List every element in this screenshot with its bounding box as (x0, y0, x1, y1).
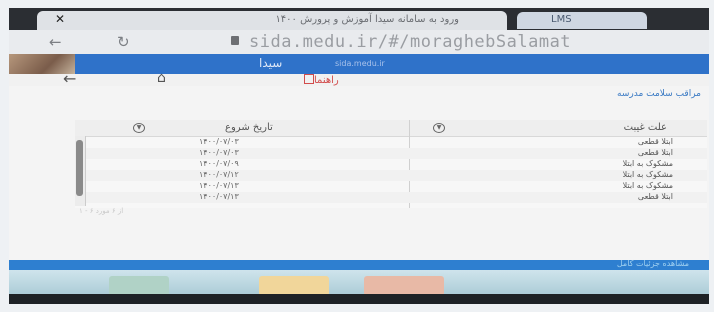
back-arrow-icon[interactable]: ← (63, 69, 76, 88)
tab-title: ورود به سامانه سیدا آموزش و پرورش ۱۴۰۰ (275, 14, 459, 25)
cell-reason: ابتلا قطعی (637, 192, 673, 201)
page-title: مراقب سلامت مدرسه (617, 89, 701, 99)
scrollbar-thumb[interactable] (76, 140, 83, 196)
cell-reason: مشکوک به ابتلا (622, 170, 673, 179)
tab-strip: ✕ ورود به سامانه سیدا آموزش و پرورش ۱۴۰۰… (9, 8, 709, 30)
cell-date: ۱۴۰۰/۰۷/۱۳ (199, 181, 239, 190)
cell-reason: مشکوک به ابتلا (622, 181, 673, 190)
reload-icon[interactable]: ↻ (117, 33, 130, 51)
screen-bezel (9, 294, 709, 304)
address-bar: ← ↻ sida.medu.ir/#/moraghebSalamat (9, 30, 709, 54)
table-scrollbar[interactable] (75, 136, 86, 206)
cell-date: ۱۴۰۰/۰۷/۱۳ (199, 192, 239, 201)
lock-icon (231, 36, 239, 45)
tab-title: LMS (551, 14, 572, 25)
sort-icon[interactable]: ▼ (433, 123, 445, 133)
site-subtitle: sida.medu.ir (335, 59, 385, 68)
help-icon (304, 74, 314, 84)
table-row[interactable]: ۱۴۰۰/۰۷/۰۳ ابتلا قطعی (75, 137, 707, 148)
tab-active[interactable]: ✕ ورود به سامانه سیدا آموزش و پرورش ۱۴۰۰ (37, 11, 507, 30)
table-row[interactable]: ۱۴۰۰/۰۷/۱۳ مشکوک به ابتلا (75, 181, 707, 192)
status-text: مشاهده جزئیات کامل (616, 259, 689, 268)
guide-label: راهنما (314, 75, 339, 86)
home-icon[interactable]: ⌂ (157, 70, 166, 86)
nav-row: ← ⌂ راهنما (9, 69, 709, 88)
table-row[interactable]: ۱۴۰۰/۰۷/۱۳ ابتلا قطعی (75, 192, 707, 203)
tab-lms[interactable]: LMS (517, 12, 647, 29)
taskbar-app-button[interactable] (364, 276, 444, 296)
site-header: سیدا sida.medu.ir (9, 54, 709, 74)
close-tab-icon[interactable]: ✕ (55, 12, 65, 26)
table-header: ▼ تاریخ شروع ▼ علت غیبت (75, 120, 707, 137)
url-field[interactable]: sida.medu.ir/#/moraghebSalamat (249, 32, 571, 52)
status-strip: مشاهده جزئیات کامل (9, 259, 709, 270)
column-header-absence-reason[interactable]: علت غیبت (624, 122, 667, 133)
table-row[interactable]: ۱۴۰۰/۰۷/۰۹ مشکوک به ابتلا (75, 159, 707, 170)
guide-link[interactable]: راهنما (301, 74, 339, 86)
table-footer: ۱ - ۶ از ۶ مورد (79, 207, 124, 215)
cell-reason: ابتلا قطعی (637, 148, 673, 157)
cell-date: ۱۴۰۰/۰۷/۰۳ (199, 148, 239, 157)
sort-icon[interactable]: ▼ (133, 123, 145, 133)
taskbar-app-button[interactable] (109, 276, 169, 296)
cell-reason: ابتلا قطعی (637, 137, 673, 146)
column-header-start-date[interactable]: تاریخ شروع (225, 122, 273, 133)
table-row[interactable]: ۱۴۰۰/۰۷/۰۳ ابتلا قطعی (75, 148, 707, 159)
cell-date: ۱۴۰۰/۰۷/۰۳ (199, 137, 239, 146)
cell-date: ۱۴۰۰/۰۷/۱۲ (199, 170, 239, 179)
cell-reason: مشکوک به ابتلا (622, 159, 673, 168)
back-arrow-icon[interactable]: ← (49, 33, 62, 51)
table-row[interactable]: ۱۴۰۰/۰۷/۱۲ مشکوک به ابتلا (75, 170, 707, 181)
browser-frame: ✕ ورود به سامانه سیدا آموزش و پرورش ۱۴۰۰… (9, 8, 709, 304)
site-logo: سیدا (259, 56, 283, 70)
cell-date: ۱۴۰۰/۰۷/۰۹ (199, 159, 239, 168)
absence-table: ▼ تاریخ شروع ▼ علت غیبت ۱۴۰۰/۰۷/۰۳ ابتلا… (75, 120, 707, 208)
taskbar-app-button[interactable] (259, 276, 329, 296)
